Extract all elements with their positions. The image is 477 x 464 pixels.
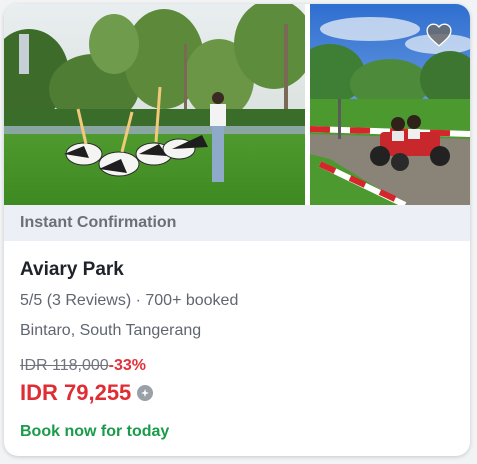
product-title[interactable]: Aviary Park bbox=[20, 259, 124, 281]
price-row: IDR 79,255 bbox=[20, 380, 154, 406]
main-photo[interactable] bbox=[4, 4, 305, 205]
original-price: IDR 118,000 bbox=[20, 357, 109, 374]
info-icon[interactable] bbox=[137, 385, 154, 401]
rating-reviews: 5/5 (3 Reviews) · 700+ booked bbox=[20, 292, 239, 309]
photo-gallery[interactable] bbox=[4, 4, 470, 205]
product-card[interactable]: Instant Confirmation Aviary Park 5/5 (3 … bbox=[4, 4, 470, 456]
instant-confirmation-banner: Instant Confirmation bbox=[4, 205, 470, 241]
current-price: IDR 79,255 bbox=[20, 380, 132, 405]
heart-icon bbox=[426, 23, 452, 47]
book-today-text: Book now for today bbox=[20, 423, 170, 440]
discount-badge: -33% bbox=[108, 357, 147, 374]
banner-label: Instant Confirmation bbox=[20, 214, 177, 231]
favorite-button[interactable] bbox=[424, 20, 454, 50]
discount-row: IDR 118,000-33% bbox=[20, 357, 146, 375]
side-photo[interactable] bbox=[310, 4, 470, 205]
location-text: Bintaro, South Tangerang bbox=[20, 322, 202, 339]
